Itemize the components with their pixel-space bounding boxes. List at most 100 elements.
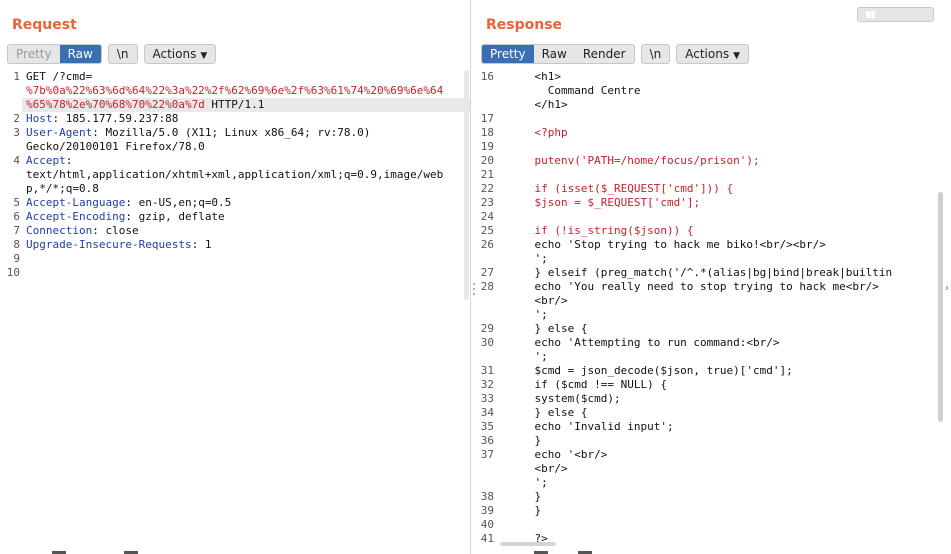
code-token: } else { <box>508 322 588 335</box>
code-token: echo 'Stop trying to hack me biko!<br/><… <box>508 238 826 251</box>
code-token: %7b%0a%22%63%6d%64%22%3a%22%2f%62%69%6e%… <box>26 84 444 97</box>
code-line: echo '<br/> <box>508 448 607 462</box>
code-token: </h1> <box>508 98 568 111</box>
code-token: '; <box>508 350 548 363</box>
line-number: 37 <box>480 448 494 461</box>
code-token: : <box>65 154 73 167</box>
response-scrollbar[interactable] <box>938 192 943 422</box>
response-newline-toggle[interactable]: \n <box>640 44 671 64</box>
code-line: <?php <box>508 126 568 140</box>
code-line: $cmd = json_decode($json, true)['cmd']; <box>508 364 792 378</box>
code-token: text/html,application/xhtml+xml,applicat… <box>26 168 444 181</box>
code-token: } <box>508 434 542 447</box>
code-token: } <box>508 504 542 517</box>
split-horizontal-icon[interactable] <box>858 8 883 21</box>
line-number: 8 <box>13 238 20 251</box>
code-line: putenv('PATH=/home/focus/prison'); <box>508 154 760 168</box>
code-line: system($cmd); <box>508 392 621 406</box>
line-number: 1 <box>13 70 20 83</box>
line-number: 5 <box>13 196 20 209</box>
line-number: 26 <box>480 238 494 251</box>
code-token: } else { <box>508 406 588 419</box>
code-token: User-Agent <box>26 126 93 139</box>
code-token: echo 'You really need to stop trying to … <box>508 280 879 293</box>
response-tab-pretty[interactable]: Pretty <box>482 45 534 63</box>
chevron-right-icon[interactable]: › <box>945 283 949 295</box>
line-number: 3 <box>13 126 20 139</box>
code-token: <?php <box>534 126 568 139</box>
response-editor[interactable]: 16 <h1> Command Centre </h1> 17 18 <?php 19… <box>476 70 951 554</box>
code-line: Accept: <box>26 154 72 168</box>
line-number: 36 <box>480 434 494 447</box>
code-token: if (!is_string($json)) { <box>534 224 694 237</box>
request-actions-label: Actions <box>152 47 197 61</box>
request-tab-pretty[interactable]: Pretty <box>8 45 60 63</box>
code-line: GET /?cmd= <box>26 70 92 84</box>
line-number: 10 <box>6 266 20 279</box>
response-tab-render[interactable]: Render <box>574 45 634 63</box>
line-number: 32 <box>480 378 494 391</box>
response-view-tabs: Pretty Raw Render <box>481 44 635 64</box>
code-line: echo 'Stop trying to hack me biko!<br/><… <box>508 238 826 252</box>
response-tab-raw[interactable]: Raw <box>533 45 575 63</box>
code-line: if (!is_string($json)) { <box>508 224 694 238</box>
request-title: Request <box>12 17 77 33</box>
code-line: Command Centre <box>508 84 641 98</box>
line-number: 2 <box>13 112 20 125</box>
request-toolbar: Pretty Raw \n Actions ▼ <box>7 44 217 64</box>
code-line: } <box>508 504 541 518</box>
code-token: : 1 <box>191 238 212 251</box>
code-line: text/html,application/xhtml+xml,applicat… <box>26 168 443 182</box>
code-line: } <box>508 434 541 448</box>
line-number: 22 <box>480 182 494 195</box>
line-number: 25 <box>480 224 494 237</box>
request-actions-button[interactable]: Actions ▼ <box>143 44 217 64</box>
code-token: system($cmd); <box>508 392 621 405</box>
code-token: Accept-Encoding <box>26 210 126 223</box>
line-number: 40 <box>480 518 494 531</box>
request-editor[interactable]: 1 GET /?cmd= %7b%0a%22%63%6d%64%22%3a%22%2… <box>0 70 470 554</box>
request-scrollbar[interactable] <box>464 70 469 300</box>
line-number: 29 <box>480 322 494 335</box>
code-token: : close <box>92 224 139 237</box>
code-token: echo '<br/> <box>508 448 608 461</box>
line-number <box>0 84 20 98</box>
request-pane: Request Pretty Raw \n Actions ▼ 1 GET /?cm… <box>0 0 471 554</box>
line-number: 16 <box>480 70 494 83</box>
code-line: } elseif (preg_match('/^.*(alias|bg|bind… <box>508 266 892 280</box>
line-number <box>0 98 20 112</box>
rows-icon[interactable] <box>883 8 908 21</box>
line-number <box>476 294 494 308</box>
response-actions-button[interactable]: Actions ▼ <box>676 44 749 64</box>
code-line: <br/> <box>508 294 568 308</box>
line-number: 34 <box>480 406 494 419</box>
code-token: <br/> <box>508 294 568 307</box>
response-title: Response <box>486 17 563 33</box>
pane-splitter-handle[interactable] <box>472 283 475 295</box>
code-token: Upgrade-Insecure-Requests <box>26 238 192 251</box>
code-token: GET /?cmd= <box>26 70 93 83</box>
chevron-down-icon: ▼ <box>200 51 208 61</box>
line-number: 31 <box>480 364 494 377</box>
code-token: <h1> <box>508 70 561 83</box>
code-token: '; <box>508 252 548 265</box>
chevron-down-icon: ▼ <box>733 51 740 61</box>
code-token: if (isset($_REQUEST['cmd'])) { <box>534 182 734 195</box>
request-tab-raw[interactable]: Raw <box>59 45 101 63</box>
line-number: 35 <box>480 420 494 433</box>
request-newline-toggle[interactable]: \n <box>107 44 138 64</box>
code-line: echo 'You really need to stop trying to … <box>508 280 879 294</box>
line-number: 33 <box>480 392 494 405</box>
line-number: 24 <box>480 210 494 223</box>
code-token: Gecko/20100101 Firefox/78.0 <box>26 140 205 153</box>
code-line: } <box>508 490 541 504</box>
line-number: 19 <box>480 140 494 153</box>
code-token: HTTP/1.1 <box>204 98 265 111</box>
response-horizontal-scrollbar[interactable] <box>500 542 556 546</box>
line-number: 17 <box>480 112 494 125</box>
single-icon[interactable] <box>908 8 933 21</box>
code-line: Upgrade-Insecure-Requests: 1 <box>26 238 211 252</box>
